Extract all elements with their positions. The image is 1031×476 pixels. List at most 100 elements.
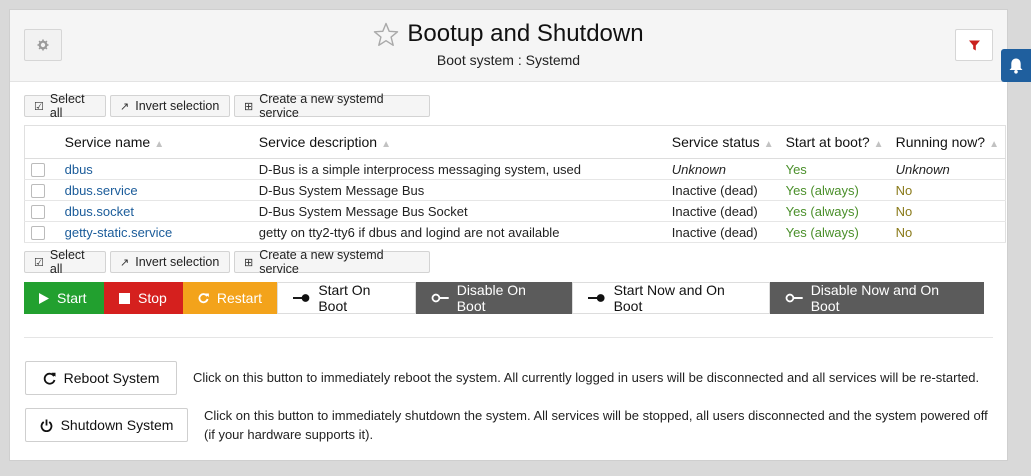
- disable-on-boot-button[interactable]: Disable On Boot: [416, 282, 572, 314]
- table-row: dbus D-Bus is a simple interprocess mess…: [24, 158, 1006, 180]
- key-on-icon: [588, 294, 605, 302]
- notifications-tab[interactable]: [1001, 49, 1031, 82]
- service-name-link[interactable]: getty-static.service: [65, 225, 173, 240]
- sort-icon: ▲︎: [381, 139, 391, 150]
- stop-button[interactable]: Stop: [104, 282, 183, 314]
- row-checkbox[interactable]: [31, 204, 45, 219]
- table-row: dbus.socket D-Bus System Message Bus Soc…: [24, 200, 1006, 222]
- restart-label: Restart: [216, 290, 262, 306]
- service-status: Inactive (dead): [665, 179, 780, 201]
- sort-icon: ▲︎: [989, 139, 999, 150]
- top-toolbar: ☑ Select all ↗ Invert selection ⊞ Create…: [24, 92, 430, 120]
- start-now-and-on-boot-label: Start Now and On Boot: [613, 282, 725, 314]
- key-off-icon: [785, 293, 803, 303]
- start-at-boot: Yes: [779, 158, 890, 180]
- running-now: No: [889, 179, 1006, 201]
- sort-icon: ▲︎: [763, 139, 774, 150]
- table-row: dbus.service D-Bus System Message Bus In…: [24, 179, 1006, 201]
- shutdown-description-line-1: Click on this button to immediately shut…: [204, 408, 988, 423]
- page-subtitle: Boot system : Systemd: [436, 51, 581, 68]
- service-description: getty on tty2-tty6 if dbus and logind ar…: [252, 221, 666, 243]
- sort-icon: ▲︎: [873, 139, 884, 150]
- running-now: Unknown: [889, 158, 1006, 180]
- invert-selection-label: Invert selection: [135, 255, 220, 269]
- disable-now-and-on-boot-button[interactable]: Disable Now and On Boot: [770, 282, 984, 314]
- table-header-row: Service name ▲︎ Service description ▲︎ Ser…: [24, 125, 1006, 159]
- section-divider: [24, 337, 993, 338]
- running-now: No: [889, 200, 1006, 222]
- page-title: Bootup and Shutdown: [407, 20, 644, 47]
- check-square-icon: ☑: [34, 256, 44, 269]
- service-description: D-Bus is a simple interprocess messaging…: [252, 158, 666, 180]
- star-icon[interactable]: [373, 22, 399, 47]
- column-header-service-description[interactable]: Service description ▲︎: [252, 125, 666, 159]
- service-name-link[interactable]: dbus.service: [65, 183, 138, 198]
- invert-icon: ↗: [120, 100, 130, 113]
- create-service-label: Create a new systemd service: [259, 248, 384, 276]
- select-all-label: Select all: [49, 92, 85, 120]
- start-now-and-on-boot-button[interactable]: Start Now and On Boot: [572, 282, 770, 314]
- select-all-button[interactable]: ☑ Select all: [24, 92, 106, 120]
- service-description: D-Bus System Message Bus Socket: [252, 200, 666, 222]
- service-description: D-Bus System Message Bus: [252, 179, 666, 201]
- column-header-service-status[interactable]: Service status ▲︎: [665, 125, 780, 159]
- shutdown-description-line-2: (if your hardware supports it).: [204, 427, 374, 442]
- bottom-toolbar: ☑ Select all ↗ Invert selection ⊞ Create…: [24, 248, 430, 276]
- disable-on-boot-label: Disable On Boot: [456, 282, 526, 314]
- reload-icon: [43, 372, 56, 385]
- row-checkbox[interactable]: [31, 183, 45, 198]
- start-on-boot-button[interactable]: Start On Boot: [277, 282, 416, 314]
- check-square-icon: ☑: [34, 100, 44, 113]
- stop-label: Stop: [138, 290, 167, 306]
- table-row: getty-static.service getty on tty2-tty6 …: [24, 221, 1006, 243]
- create-service-button[interactable]: ⊞ Create a new systemd service: [234, 248, 430, 276]
- title-block: Bootup and Shutdown Boot system : System…: [10, 20, 1007, 68]
- start-on-boot-label: Start On Boot: [318, 282, 371, 314]
- start-button[interactable]: Start: [24, 282, 104, 314]
- invert-selection-button[interactable]: ↗ Invert selection: [110, 95, 230, 117]
- column-header-start-at-boot[interactable]: Start at boot? ▲︎: [779, 125, 890, 159]
- column-header-running-now[interactable]: Running now? ▲︎: [889, 125, 1006, 159]
- reboot-system-button[interactable]: Reboot System: [25, 361, 177, 395]
- plus-square-icon: ⊞: [244, 256, 254, 269]
- key-on-icon: [293, 294, 310, 302]
- stop-icon: [119, 292, 130, 304]
- sort-icon: ▲︎: [154, 139, 165, 150]
- service-name-link[interactable]: dbus.socket: [65, 204, 134, 219]
- create-service-button[interactable]: ⊞ Create a new systemd service: [234, 92, 430, 120]
- power-icon: [40, 419, 52, 432]
- shutdown-description: Click on this button to immediately shut…: [204, 406, 1002, 444]
- restart-button[interactable]: Restart: [183, 282, 277, 314]
- service-name-link[interactable]: dbus: [65, 162, 93, 177]
- select-all-label: Select all: [49, 248, 85, 276]
- shutdown-system-button[interactable]: Shutdown System: [25, 408, 188, 442]
- bell-icon: [1009, 58, 1023, 74]
- shutdown-system-label: Shutdown System: [60, 417, 174, 433]
- refresh-icon: [198, 293, 209, 304]
- invert-icon: ↗: [120, 256, 130, 269]
- reboot-description: Click on this button to immediately rebo…: [193, 370, 980, 385]
- start-at-boot: Yes (always): [779, 221, 890, 243]
- row-checkbox[interactable]: [31, 162, 45, 177]
- start-at-boot: Yes (always): [779, 200, 890, 222]
- play-icon: [39, 292, 49, 304]
- select-column-header: [24, 125, 59, 159]
- page-header: Bootup and Shutdown Boot system : System…: [10, 10, 1007, 82]
- reboot-system-label: Reboot System: [63, 370, 160, 386]
- service-status: Inactive (dead): [665, 221, 780, 243]
- select-all-button[interactable]: ☑ Select all: [24, 248, 106, 276]
- create-service-label: Create a new systemd service: [259, 92, 384, 120]
- filter-icon: [968, 40, 980, 50]
- key-off-icon: [431, 293, 449, 303]
- plus-square-icon: ⊞: [244, 100, 254, 113]
- service-status: Unknown: [665, 158, 780, 180]
- filter-button[interactable]: [955, 29, 993, 61]
- row-checkbox[interactable]: [31, 225, 45, 240]
- service-actions: Start Stop Restart Start On Boot Disable…: [24, 282, 984, 314]
- start-label: Start: [57, 290, 87, 306]
- disable-now-and-on-boot-label: Disable Now and On Boot: [810, 282, 940, 314]
- invert-selection-label: Invert selection: [135, 99, 220, 113]
- invert-selection-button[interactable]: ↗ Invert selection: [110, 251, 230, 273]
- start-at-boot: Yes (always): [779, 179, 890, 201]
- column-header-service-name[interactable]: Service name ▲︎: [58, 125, 253, 159]
